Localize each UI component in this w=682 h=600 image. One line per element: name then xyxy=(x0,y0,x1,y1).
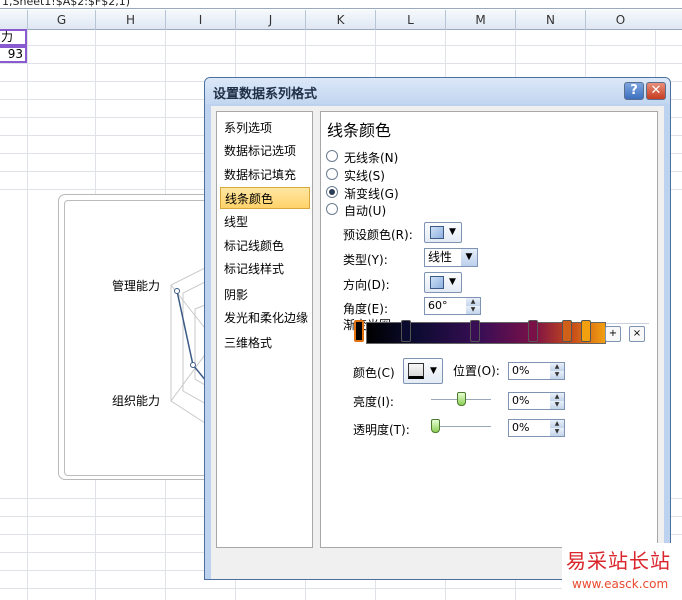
spin-down-icon[interactable]: ▼ xyxy=(550,371,564,379)
column-header-o[interactable]: O xyxy=(585,10,655,30)
radio-solid-line-label[interactable]: 实线(S) xyxy=(344,167,385,184)
type-label: 类型(Y): xyxy=(343,253,388,267)
selected-cell-value[interactable]: 93 xyxy=(0,46,27,63)
column-header-k[interactable]: K xyxy=(305,10,375,30)
transparency-slider-thumb[interactable] xyxy=(431,419,440,433)
selected-cell-label[interactable]: 力 xyxy=(0,29,27,46)
position-value: 0% xyxy=(512,364,530,377)
gradient-stop[interactable] xyxy=(470,320,480,342)
chevron-down-icon: ▼ xyxy=(430,366,437,376)
chevron-down-icon: ▼ xyxy=(449,277,456,287)
radio-automatic-label[interactable]: 自动(U) xyxy=(344,202,386,219)
transparency-value: 0% xyxy=(512,421,530,434)
category-series-options[interactable]: 系列选项 xyxy=(220,117,310,139)
gridline xyxy=(0,45,682,46)
brightness-spinner[interactable]: 0% ▲ ▼ xyxy=(508,392,565,410)
add-gradient-stop-icon[interactable]: + xyxy=(605,326,621,342)
gradient-stop[interactable] xyxy=(581,320,591,342)
chart-plot-area[interactable]: 管理能力 组织能力 xyxy=(64,200,215,476)
spin-down-icon[interactable]: ▼ xyxy=(550,428,564,436)
category-shadow[interactable]: 阴影 xyxy=(220,284,310,306)
radio-gradient-line[interactable] xyxy=(326,186,338,198)
radar-chart-graphic xyxy=(170,262,215,424)
angle-label: 角度(E): xyxy=(343,302,388,316)
column-header-row: G H I J K L M N O xyxy=(0,10,682,30)
watermark-url: www.easck.com xyxy=(572,577,669,591)
category-list: 系列选项 数据标记选项 数据标记填充 线条颜色 线型 标记线颜色 标记线样式 阴… xyxy=(216,111,313,548)
color-label: 颜色(C) xyxy=(353,366,395,380)
paint-bucket-icon xyxy=(408,363,424,379)
help-button[interactable]: ? xyxy=(624,82,644,100)
column-header-i[interactable]: I xyxy=(165,10,235,30)
category-marker-line-color[interactable]: 标记线颜色 xyxy=(220,235,310,257)
preset-swatch-icon xyxy=(430,226,444,239)
spin-down-icon[interactable]: ▼ xyxy=(466,306,480,314)
gradient-stop[interactable] xyxy=(562,320,572,342)
brightness-label: 亮度(I): xyxy=(353,395,394,409)
direction-label: 方向(D): xyxy=(343,278,390,292)
spin-down-icon[interactable]: ▼ xyxy=(550,401,564,409)
position-label: 位置(O): xyxy=(453,364,500,378)
transparency-slider-track[interactable] xyxy=(431,426,491,428)
type-select[interactable]: 线性 ▼ xyxy=(424,248,478,267)
radio-gradient-line-label[interactable]: 渐变线(G) xyxy=(344,185,399,202)
category-line-style[interactable]: 线型 xyxy=(220,211,310,233)
formula-bar[interactable]: 1,Sheet1!$A$2:$F$2,1) xyxy=(0,0,682,9)
column-header-h[interactable]: H xyxy=(95,10,165,30)
category-glow-soft-edges[interactable]: 发光和柔化边缘 xyxy=(220,307,310,329)
radio-solid-line[interactable] xyxy=(326,168,338,180)
close-button[interactable]: ✕ xyxy=(646,82,666,100)
dialog-titlebar[interactable]: 设置数据系列格式 ? ✕ xyxy=(205,78,670,104)
category-marker-fill[interactable]: 数据标记填充 xyxy=(220,164,310,186)
radio-no-line-label[interactable]: 无线条(N) xyxy=(344,149,398,166)
spin-up-icon[interactable]: ▲ xyxy=(550,420,564,428)
radio-automatic[interactable] xyxy=(326,203,338,215)
watermark-title: 易采站长站 xyxy=(566,549,671,573)
chevron-down-icon: ▼ xyxy=(461,249,477,266)
category-line-color[interactable]: 线条颜色 xyxy=(220,187,310,209)
format-data-series-dialog: 设置数据系列格式 ? ✕ 系列选项 数据标记选项 数据标记填充 线条颜色 线型 … xyxy=(204,77,671,580)
category-3d-format[interactable]: 三维格式 xyxy=(220,332,310,354)
spin-up-icon[interactable]: ▲ xyxy=(550,393,564,401)
angle-spinner[interactable]: 60° ▲ ▼ xyxy=(424,297,481,315)
spin-up-icon[interactable]: ▲ xyxy=(466,298,480,306)
type-select-value: 线性 xyxy=(428,250,453,264)
preset-colors-dropdown[interactable]: ▼ xyxy=(424,222,462,243)
stop-color-dropdown[interactable]: ▼ xyxy=(403,358,443,384)
watermark: 易采站长站 www.easck.com xyxy=(562,543,682,600)
remove-gradient-stop-icon[interactable]: × xyxy=(629,326,645,342)
gradient-stop[interactable] xyxy=(354,320,364,342)
transparency-label: 透明度(T): xyxy=(353,423,410,437)
direction-swatch-icon xyxy=(430,276,444,289)
angle-value: 60° xyxy=(428,299,448,312)
position-spinner[interactable]: 0% ▲ ▼ xyxy=(508,362,565,380)
column-header-j[interactable]: J xyxy=(235,10,305,30)
column-header-g[interactable]: G xyxy=(27,10,95,30)
gridline xyxy=(0,63,682,64)
dialog-title: 设置数据系列格式 xyxy=(213,87,318,102)
column-header-n[interactable]: N xyxy=(515,10,585,30)
gradient-stop[interactable] xyxy=(401,320,411,342)
radar-chart[interactable]: 管理能力 组织能力 xyxy=(58,194,218,480)
brightness-slider-thumb[interactable] xyxy=(457,392,466,406)
transparency-spinner[interactable]: 0% ▲ ▼ xyxy=(508,419,565,437)
column-header-m[interactable]: M xyxy=(445,10,515,30)
category-marker-line-style[interactable]: 标记线样式 xyxy=(220,258,310,280)
radio-no-line[interactable] xyxy=(326,150,338,162)
spin-up-icon[interactable]: ▲ xyxy=(550,363,564,371)
gradient-stop[interactable] xyxy=(528,320,538,342)
direction-dropdown[interactable]: ▼ xyxy=(424,272,462,293)
chevron-down-icon: ▼ xyxy=(449,227,456,237)
column-header-l[interactable]: L xyxy=(375,10,445,30)
dialog-body: 系列选项 数据标记选项 数据标记填充 线条颜色 线型 标记线颜色 标记线样式 阴… xyxy=(211,106,664,579)
brightness-value: 0% xyxy=(512,394,530,407)
options-panel: 线条颜色 无线条(N) 实线(S) 渐变线(G) 自动(U) 预设颜色(R): … xyxy=(320,111,658,548)
category-marker-options[interactable]: 数据标记选项 xyxy=(220,140,310,162)
preset-colors-label: 预设颜色(R): xyxy=(343,228,413,242)
panel-title: 线条颜色 xyxy=(327,121,392,140)
gridline xyxy=(27,30,28,600)
